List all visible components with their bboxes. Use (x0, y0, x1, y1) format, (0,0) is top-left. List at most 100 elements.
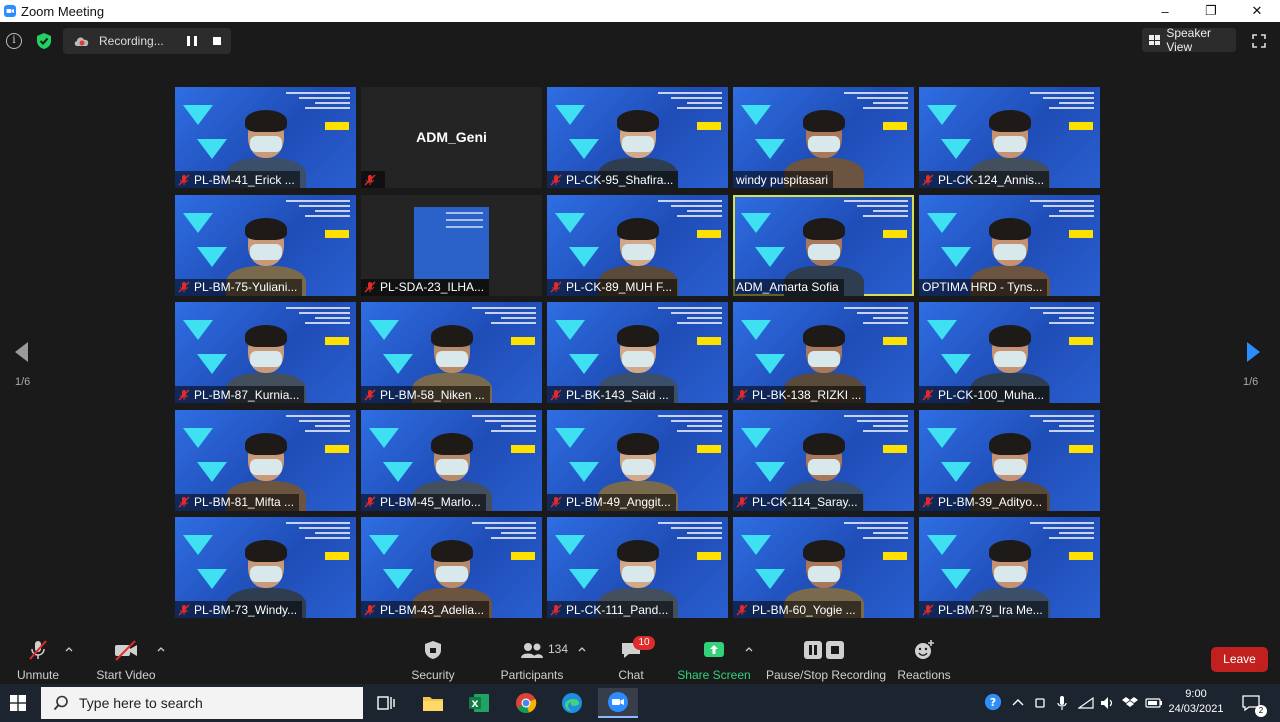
minimize-button[interactable]: – (1142, 0, 1188, 22)
participant-tile[interactable]: PL-BM-75-Yuliani... (175, 194, 356, 296)
help-icon[interactable]: ? (982, 693, 1004, 711)
participant-tile[interactable]: PL-CK-114_Saray... (733, 409, 914, 511)
encryption-shield-icon[interactable] (35, 32, 53, 50)
start-video-button[interactable]: Start Video (94, 630, 158, 684)
participant-tile[interactable]: PL-CK-100_Muha... (919, 302, 1100, 403)
reactions-smiley-icon (915, 640, 934, 659)
muted-microphone-icon (364, 389, 376, 400)
chat-unread-badge: 10 (633, 636, 655, 650)
show-hidden-icons-chevron-icon[interactable] (1012, 694, 1024, 712)
participant-tile[interactable]: PL-BM-73_Windy... (175, 517, 356, 618)
unmute-button[interactable]: Unmute (14, 630, 62, 684)
participant-tile[interactable]: PL-BM-81_Mifta ... (175, 409, 356, 511)
search-placeholder: Type here to search (79, 695, 203, 711)
speaker-view-button[interactable]: Speaker View (1142, 26, 1236, 54)
battery-icon[interactable] (1145, 694, 1163, 712)
stop-recording-button[interactable] (213, 37, 221, 45)
video-options-caret-icon[interactable] (157, 646, 165, 652)
excel-icon[interactable]: X (459, 688, 499, 718)
role-badge (325, 444, 349, 453)
participant-tile[interactable]: PL-BM-60_Yogie ... (733, 517, 914, 618)
title-bar: Zoom Meeting – ❐ ✕ (0, 0, 1280, 22)
share-screen-button[interactable]: Share Screen (676, 630, 752, 684)
meeting-top-bar: i Recording... Speaker View (0, 22, 1280, 60)
edge-icon[interactable] (552, 688, 592, 718)
restore-button[interactable]: ❐ (1188, 0, 1234, 22)
role-badge (1069, 229, 1093, 238)
volume-icon[interactable] (1099, 694, 1115, 712)
file-explorer-icon[interactable] (413, 688, 453, 718)
background-shape (369, 427, 399, 448)
participants-caret-icon[interactable] (578, 646, 586, 652)
pause-stop-label: Pause/Stop Recording (766, 668, 887, 682)
share-options-caret-icon[interactable] (745, 646, 753, 652)
gallery-view: PL-BM-41_Erick ... ADM_Geni PL-CK-95_Shafi… (175, 87, 1101, 618)
participant-tile[interactable]: PL-SDA-23_ILHA... (361, 194, 542, 296)
leave-button[interactable]: Leave (1211, 647, 1268, 672)
participant-tile[interactable]: ADM_Amarta Sofia (733, 194, 914, 296)
role-badge (883, 552, 907, 560)
participant-tile[interactable]: PL-BM-49_Anggit... (547, 409, 728, 511)
next-page-arrow-icon[interactable] (1245, 340, 1263, 364)
task-view-icon[interactable] (366, 688, 406, 718)
pause-recording-button[interactable] (187, 36, 197, 46)
share-screen-arrow-icon (704, 642, 724, 657)
participant-tile[interactable]: PL-BM-39_Adityo... (919, 409, 1100, 511)
participant-tile[interactable]: PL-CK-124_Annis... (919, 87, 1100, 188)
meeting-info-icon[interactable]: i (6, 33, 22, 49)
reactions-button[interactable]: Reactions (896, 630, 952, 684)
participant-tile[interactable]: PL-BM-79_Ira Me... (919, 517, 1100, 618)
participant-tile[interactable]: PL-BM-43_Adelia... (361, 517, 542, 618)
participant-tile[interactable]: PL-BM-58_Niken ... (361, 302, 542, 403)
page-indicator-left: 1/6 (15, 376, 31, 388)
participant-tile[interactable]: PL-CK-111_Pand... (547, 517, 728, 618)
participant-name-bar: PL-BM-39_Adityo... (919, 493, 1048, 511)
role-badge (697, 122, 721, 130)
participants-label: Participants (500, 668, 564, 682)
muted-microphone-icon (364, 496, 376, 508)
participant-tile[interactable]: PL-BM-41_Erick ... (175, 87, 356, 188)
participant-tile[interactable]: windy puspitasari (733, 87, 914, 188)
muted-microphone-icon (178, 281, 190, 293)
taskbar-clock[interactable]: 9:00 24/03/2021 (1168, 687, 1224, 717)
network-icon[interactable] (1078, 694, 1094, 712)
taskbar-search-box[interactable]: Type here to search (41, 687, 363, 719)
participant-name-bar: PL-BM-73_Windy... (175, 601, 303, 618)
participant-name-bar: ADM_Amarta Sofia (733, 278, 844, 296)
role-badge (1069, 122, 1093, 130)
audio-options-caret-icon[interactable] (65, 646, 73, 652)
participant-tile[interactable]: PL-BM-45_Marlo... (361, 409, 542, 511)
meet-now-icon[interactable] (1034, 694, 1046, 712)
participant-display-name: ADM_Geni (416, 129, 487, 145)
participant-tile[interactable]: OPTIMA HRD - Tyns... (919, 194, 1100, 296)
background-shape (741, 427, 771, 448)
participant-name: ADM_Amarta Sofia (736, 280, 839, 294)
pause-stop-recording-button[interactable]: Pause/Stop Recording (766, 630, 887, 684)
dropbox-icon[interactable] (1122, 694, 1138, 712)
background-shape (741, 105, 771, 125)
windows-start-icon[interactable] (10, 695, 26, 711)
recording-indicator: Recording... (63, 28, 231, 54)
participant-tile[interactable]: PL-BK-143_Said ... (547, 302, 728, 403)
participant-name-bar: PL-BK-143_Said ... (547, 386, 674, 403)
security-button[interactable]: Security (408, 630, 458, 684)
participant-tile[interactable]: PL-CK-89_MUH F... (547, 194, 728, 296)
muted-microphone-icon (922, 389, 934, 400)
zoom-taskbar-icon[interactable] (598, 688, 638, 718)
microphone-in-use-icon[interactable] (1056, 694, 1068, 712)
participant-tile[interactable]: PL-BK-138_RIZKI ... (733, 302, 914, 403)
participant-name: PL-CK-95_Shafira... (566, 172, 674, 187)
participants-button[interactable]: Participants (498, 630, 566, 684)
participant-name: PL-BM-81_Mifta ... (194, 495, 295, 509)
close-button[interactable]: ✕ (1234, 0, 1280, 22)
participant-tile[interactable]: PL-BM-87_Kurnia... (175, 302, 356, 403)
chrome-icon[interactable] (506, 688, 546, 718)
background-shape (927, 427, 957, 448)
participant-name: PL-BK-138_RIZKI ... (752, 387, 862, 402)
participant-tile[interactable]: ADM_Geni (361, 87, 542, 188)
participant-tile[interactable]: PL-CK-95_Shafira... (547, 87, 728, 188)
fullscreen-icon[interactable] (1252, 34, 1266, 48)
previous-page-arrow-icon[interactable] (12, 340, 30, 364)
participant-name-bar: PL-BM-41_Erick ... (175, 171, 300, 188)
pause-stop-icon (804, 641, 844, 659)
